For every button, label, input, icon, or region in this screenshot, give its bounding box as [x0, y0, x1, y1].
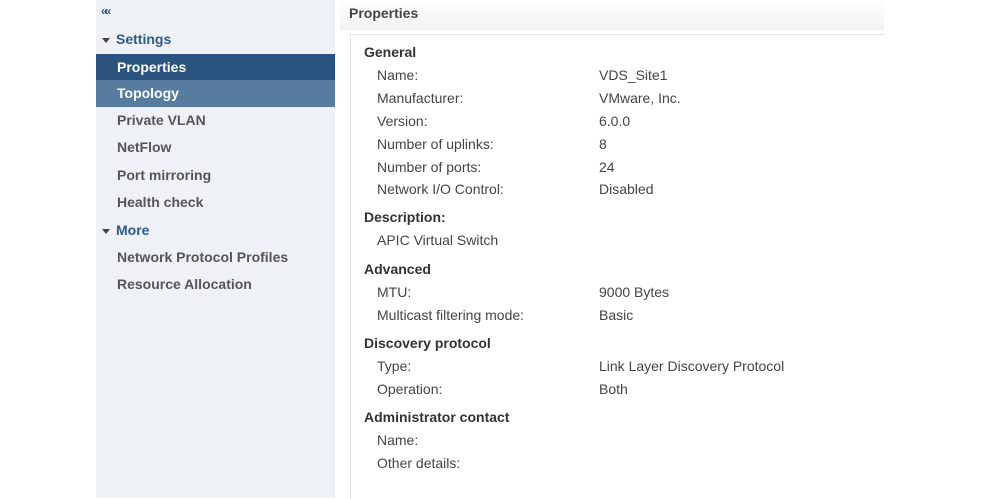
settings-section-toggle[interactable]: Settings — [102, 29, 171, 49]
name-value: VDS_Site1 — [599, 67, 668, 83]
name-label: Name: — [377, 67, 419, 83]
nioc-label: Network I/O Control: — [377, 181, 504, 197]
uplinks-label: Number of uplinks: — [377, 136, 494, 152]
uplinks-value: 8 — [599, 136, 607, 152]
manufacturer-label: Manufacturer: — [377, 90, 464, 106]
manufacturer-value: VMware, Inc. — [599, 90, 681, 106]
settings-label: Settings — [116, 31, 172, 47]
main-panel: Properties General Name: VDS_Site1 Manuf… — [340, 0, 885, 499]
operation-label: Operation: — [377, 381, 443, 397]
discovery-type-value: Link Layer Discovery Protocol — [599, 358, 785, 374]
version-value: 6.0.0 — [599, 113, 631, 129]
mtu-label: MTU: — [377, 284, 412, 300]
sidebar-item-port-mirroring[interactable]: Port mirroring — [96, 162, 335, 189]
admin-name-label: Name: — [377, 432, 419, 448]
panel-header: Properties — [340, 0, 884, 30]
multicast-label: Multicast filtering mode: — [377, 307, 525, 323]
sidebar-item-resource-allocation[interactable]: Resource Allocation — [96, 271, 335, 298]
sidebar-item-topology[interactable]: Topology — [96, 80, 335, 107]
general-heading: General — [364, 44, 417, 60]
more-label: More — [116, 222, 150, 238]
mtu-value: 9000 Bytes — [599, 284, 670, 300]
description-text: APIC Virtual Switch — [377, 232, 499, 248]
version-label: Version: — [377, 113, 428, 129]
ports-value: 24 — [599, 159, 615, 175]
sidebar-item-netflow[interactable]: NetFlow — [96, 134, 335, 161]
discovery-type-label: Type: — [377, 358, 412, 374]
multicast-value: Basic — [599, 307, 634, 323]
sidebar-item-properties[interactable]: Properties — [96, 54, 335, 81]
admin-heading: Administrator contact — [364, 409, 510, 425]
ports-label: Number of ports: — [377, 159, 482, 175]
discovery-heading: Discovery protocol — [364, 335, 491, 351]
sidebar: «« Settings Properties Topology Private … — [96, 0, 335, 498]
chevron-down-icon — [102, 37, 110, 43]
sidebar-item-private-vlan[interactable]: Private VLAN — [96, 107, 335, 134]
sidebar-item-health-check[interactable]: Health check — [96, 189, 335, 216]
page-title: Properties — [349, 5, 419, 21]
collapse-sidebar-icon[interactable]: «« — [101, 4, 112, 18]
properties-box: General Name: VDS_Site1 Manufacturer: VM… — [350, 34, 885, 499]
nioc-value: Disabled — [599, 181, 654, 197]
more-section-toggle[interactable]: More — [102, 220, 149, 240]
other-details-label: Other details: — [377, 455, 461, 471]
sidebar-item-network-protocol-profiles[interactable]: Network Protocol Profiles — [96, 244, 335, 271]
description-heading: Description: — [364, 209, 446, 225]
operation-value: Both — [599, 381, 628, 397]
chevron-down-icon — [102, 228, 110, 234]
advanced-heading: Advanced — [364, 261, 431, 277]
